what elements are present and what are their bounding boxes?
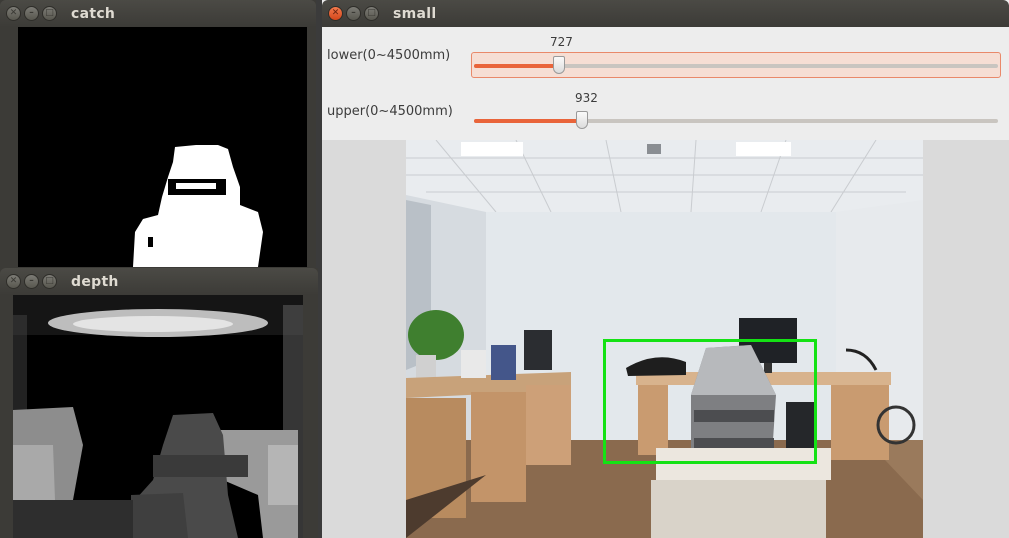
- trackbar-slider[interactable]: [474, 111, 998, 129]
- close-icon[interactable]: ✕: [6, 274, 21, 289]
- camera-photo: [406, 140, 923, 538]
- image-canvas: [322, 140, 1009, 538]
- close-icon[interactable]: ✕: [328, 6, 343, 21]
- depth-titlebar[interactable]: ✕ – □ depth: [0, 268, 318, 295]
- mask-blob: [18, 27, 307, 267]
- trackbar-value: 727: [550, 35, 573, 49]
- depth-image: [13, 295, 303, 538]
- window-title: catch: [71, 5, 116, 22]
- trackbar-lower: lower(0~4500mm) 727: [322, 27, 1009, 83]
- trackbar-fill: [474, 119, 582, 123]
- window-title: depth: [71, 273, 119, 290]
- detection-box: [603, 339, 817, 464]
- small-titlebar[interactable]: ✕ – □ small: [322, 0, 1009, 27]
- catch-window: ✕ – □ catch: [0, 0, 316, 275]
- maximize-icon[interactable]: □: [42, 274, 57, 289]
- trackbar-label: upper(0~4500mm): [327, 104, 453, 119]
- trackbar-fill: [474, 64, 559, 68]
- trackbar-handle[interactable]: [576, 111, 588, 129]
- minimize-icon[interactable]: –: [24, 274, 39, 289]
- small-window: ✕ – □ small lower(0~4500mm) 727 upper(0~…: [322, 0, 1009, 538]
- maximize-icon[interactable]: □: [364, 6, 379, 21]
- depth-window: ✕ – □ depth: [0, 268, 318, 538]
- depth-map: [13, 295, 303, 538]
- minimize-icon[interactable]: –: [24, 6, 39, 21]
- maximize-icon[interactable]: □: [42, 6, 57, 21]
- trackbar-slider[interactable]: [474, 56, 998, 74]
- trackbar-handle[interactable]: [553, 56, 565, 74]
- minimize-icon[interactable]: –: [346, 6, 361, 21]
- trackbar-value: 932: [575, 91, 598, 105]
- catch-titlebar[interactable]: ✕ – □ catch: [0, 0, 316, 27]
- catch-mask-image: [18, 27, 307, 267]
- close-icon[interactable]: ✕: [6, 6, 21, 21]
- window-title: small: [393, 5, 437, 22]
- trackbar-upper: upper(0~4500mm) 932: [322, 83, 1009, 139]
- trackbar-label: lower(0~4500mm): [327, 48, 451, 63]
